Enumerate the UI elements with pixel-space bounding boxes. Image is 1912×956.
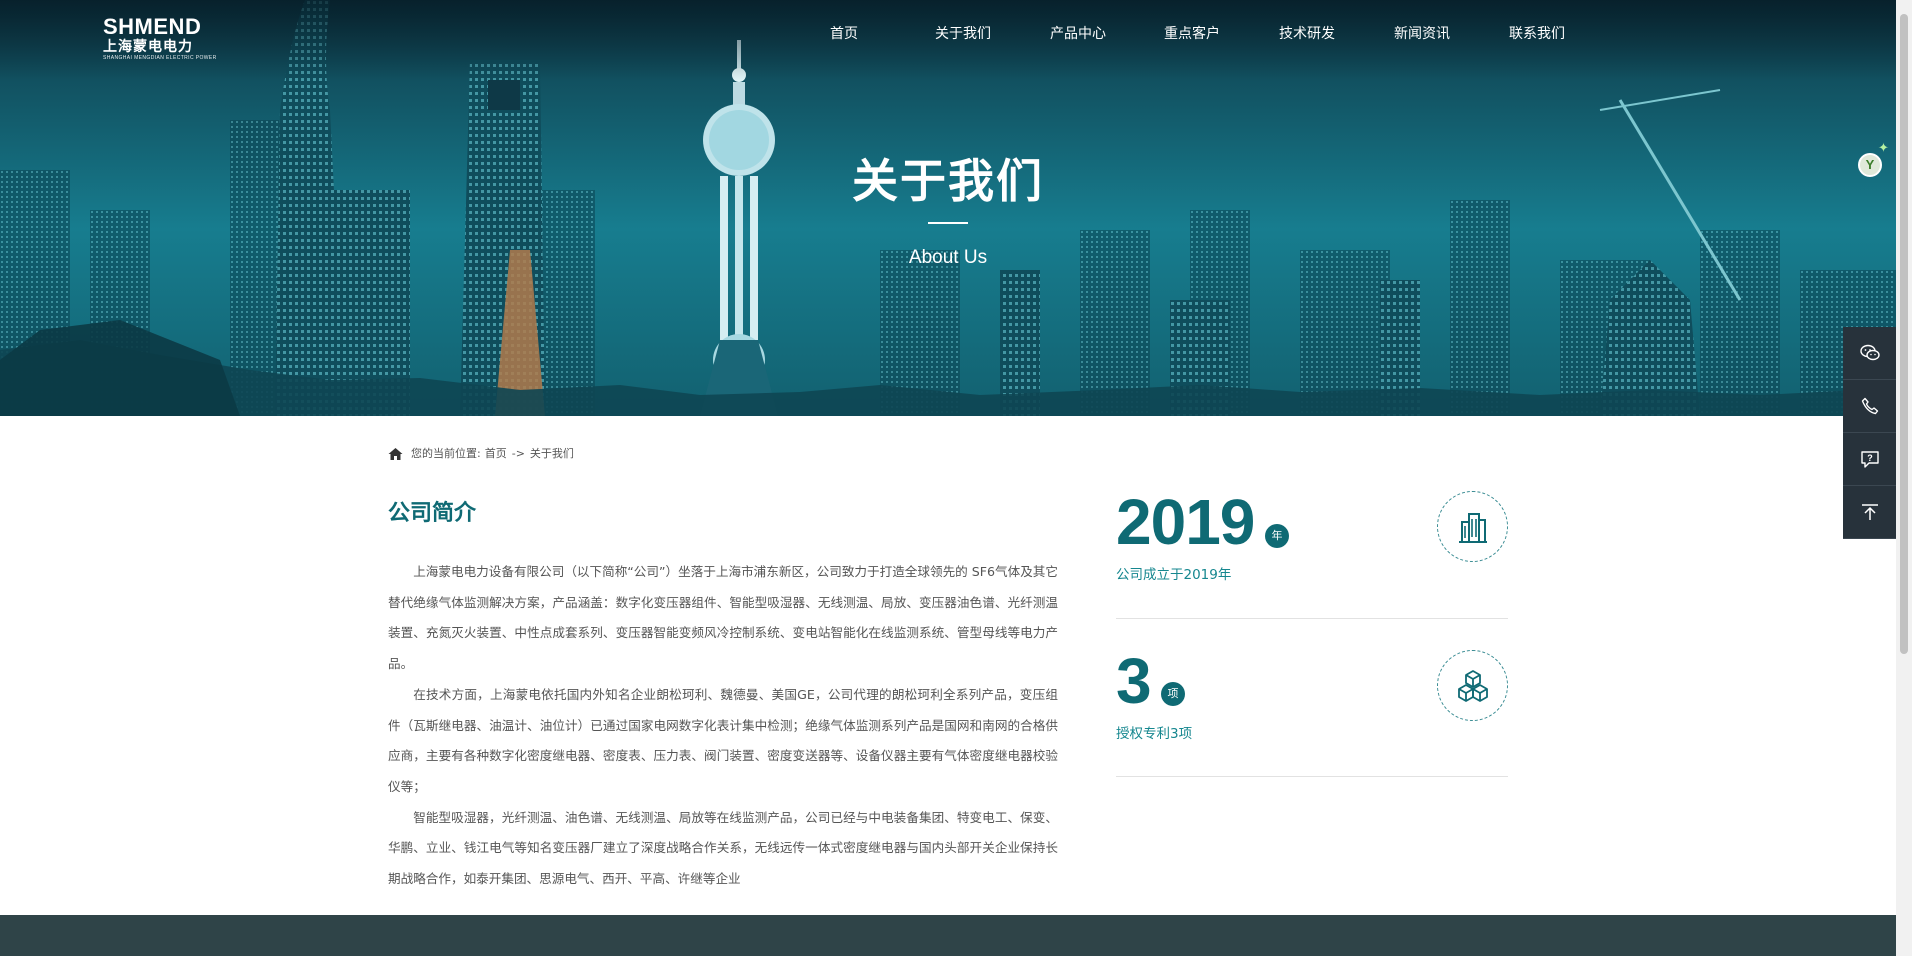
intro-paragraph: 上海蒙电电力设备有限公司（以下简称“公司”）坐落于上海市浦东新区，公司致力于打造… xyxy=(388,564,1058,672)
nav-item-contact[interactable]: 联系我们 xyxy=(1509,24,1569,44)
stat-number: 2019 xyxy=(1116,486,1255,558)
assistant-badge[interactable]: Y xyxy=(1858,153,1882,177)
stat-unit-badge: 项 xyxy=(1161,682,1185,706)
footer-band xyxy=(0,915,1896,956)
breadcrumb-current[interactable]: 关于我们 xyxy=(530,447,574,461)
breadcrumb: 您的当前位置: 首页 -> 关于我们 xyxy=(388,447,574,461)
nav-item-about[interactable]: 关于我们 xyxy=(935,24,1050,44)
nav-item-news[interactable]: 新闻资讯 xyxy=(1394,24,1509,44)
stat-patents: 3 项 授权专利3项 xyxy=(1116,645,1508,777)
wechat-icon xyxy=(1859,344,1880,361)
back-to-top-icon xyxy=(1861,504,1878,520)
stat-number: 3 xyxy=(1116,645,1152,717)
breadcrumb-home-link[interactable]: 首页 xyxy=(485,447,507,461)
building-icon xyxy=(1458,512,1487,543)
home-icon xyxy=(388,448,403,460)
logo-name-cn: 上海蒙电电力 xyxy=(103,39,193,55)
svg-text:?: ? xyxy=(1867,453,1873,463)
nav-item-clients[interactable]: 重点客户 xyxy=(1164,24,1279,44)
logo-name-en: SHMEND xyxy=(103,14,202,39)
consult-button[interactable]: ? xyxy=(1843,433,1896,486)
stat-label: 授权专利3项 xyxy=(1116,726,1193,742)
logo-subtitle: SHANGHAI MENGDIAN ELECTRIC POWER xyxy=(103,55,217,61)
title-divider xyxy=(928,222,968,224)
back-to-top-button[interactable] xyxy=(1843,486,1896,539)
stat-icon-circle xyxy=(1437,491,1508,562)
cubes-icon xyxy=(1457,669,1488,702)
phone-icon xyxy=(1861,397,1878,415)
nav-item-rnd[interactable]: 技术研发 xyxy=(1279,24,1394,44)
scrollbar-thumb[interactable] xyxy=(1900,14,1908,654)
question-chat-icon: ? xyxy=(1860,450,1879,468)
page-title: 关于我们 xyxy=(852,154,1044,208)
nav-item-home[interactable]: 首页 xyxy=(830,24,935,44)
page-subtitle: About Us xyxy=(908,247,988,268)
phone-button[interactable] xyxy=(1843,380,1896,433)
hero-banner: SHMEND 上海蒙电电力 SHANGHAI MENGDIAN ELECTRIC… xyxy=(0,0,1896,416)
intro-paragraph: 在技术方面，上海蒙电依托国内外知名企业朗松珂利、魏德曼、美国GE，公司代理的朗松… xyxy=(388,686,1058,794)
intro-paragraph: 智能型吸湿器，光纤测温、油色谱、无线测温、局放等在线监测产品，公司已经与中电装备… xyxy=(388,809,1058,887)
stat-icon-circle xyxy=(1437,650,1508,721)
breadcrumb-separator: -> xyxy=(511,447,525,460)
wechat-button[interactable] xyxy=(1843,327,1896,380)
stat-label: 公司成立于2019年 xyxy=(1116,567,1232,583)
floating-contact-bar: ? xyxy=(1843,327,1896,539)
intro-body: 上海蒙电电力设备有限公司（以下简称“公司”）坐落于上海市浦东新区，公司致力于打造… xyxy=(388,557,1058,895)
nav-item-products[interactable]: 产品中心 xyxy=(1050,24,1164,44)
brand-logo[interactable]: SHMEND 上海蒙电电力 SHANGHAI MENGDIAN ELECTRIC… xyxy=(103,16,217,62)
intro-title: 公司简介 xyxy=(388,501,477,526)
breadcrumb-prefix: 您的当前位置: xyxy=(411,447,481,460)
stat-founded: 2019 年 公司成立于2019年 xyxy=(1116,486,1508,619)
main-nav: 首页 关于我们 产品中心 重点客户 技术研发 新闻资讯 联系我们 xyxy=(830,24,1569,44)
sparkle-icon: ✦ xyxy=(1878,141,1889,156)
stat-unit-badge: 年 xyxy=(1265,524,1289,548)
